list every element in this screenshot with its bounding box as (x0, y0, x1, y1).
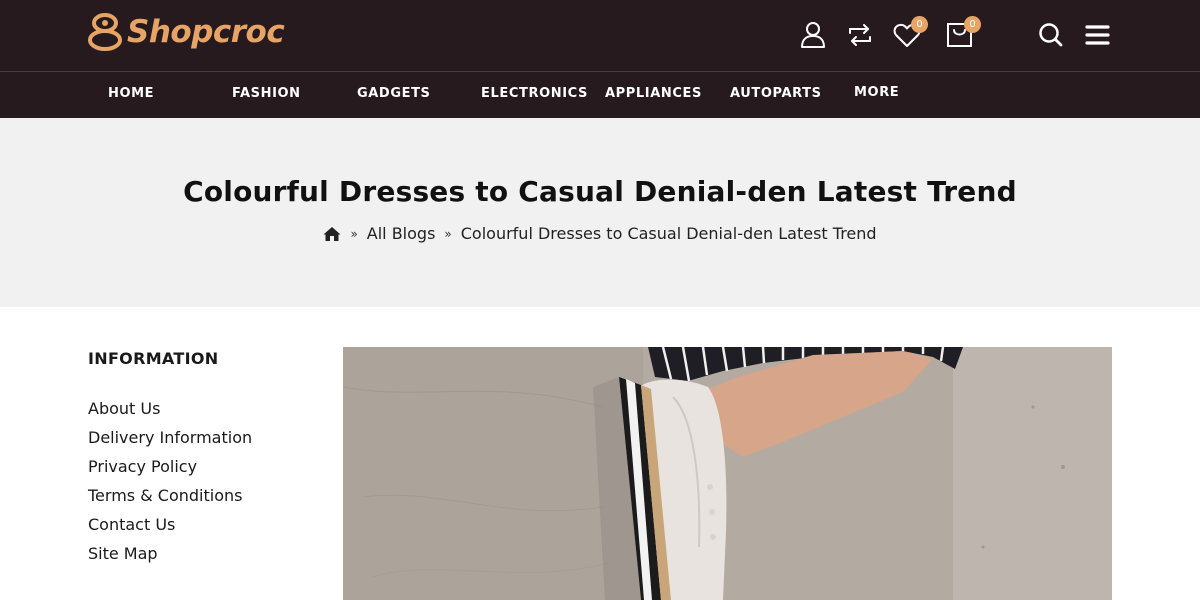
cart-count-badge: 0 (964, 16, 981, 33)
nav-item-fashion[interactable]: FASHION (232, 86, 301, 101)
sidebar-link-site-map[interactable]: Site Map (88, 539, 328, 568)
information-sidebar: INFORMATION About Us Delivery Informatio… (88, 347, 328, 568)
menu-button[interactable] (1083, 20, 1113, 50)
breadcrumb: » All Blogs » Colourful Dresses to Casua… (0, 224, 1200, 243)
wishlist-count-badge: 0 (911, 16, 928, 33)
home-icon[interactable] (323, 226, 341, 242)
sidebar-title: INFORMATION (88, 349, 219, 368)
sidebar-link-terms-conditions[interactable]: Terms & Conditions (88, 481, 328, 510)
shopcroc-logo[interactable]: Shopcroc (88, 11, 285, 53)
search-icon (1039, 23, 1063, 47)
sidebar-links: About Us Delivery Information Privacy Po… (88, 394, 328, 568)
breadcrumb-all-blogs-link[interactable]: All Blogs (367, 224, 436, 243)
breadcrumb-current: Colourful Dresses to Casual Denial-den L… (460, 224, 877, 243)
nav-item-gadgets[interactable]: GADGETS (357, 86, 431, 101)
breadcrumb-separator-icon: » (350, 226, 358, 241)
compare-button[interactable] (845, 20, 875, 50)
logo-mark-icon (88, 13, 122, 51)
breadcrumb-separator-icon: » (444, 226, 452, 241)
nav-item-more[interactable]: MORE (854, 85, 899, 100)
sidebar-link-privacy-policy[interactable]: Privacy Policy (88, 452, 328, 481)
wishlist-button[interactable]: 0 (892, 16, 928, 50)
nav-item-electronics[interactable]: ELECTRONICS (481, 86, 588, 101)
user-icon (801, 22, 825, 48)
account-button[interactable] (798, 20, 828, 50)
menu-icon (1085, 25, 1110, 45)
nav-item-appliances[interactable]: APPLIANCES (605, 86, 702, 101)
cart-button[interactable]: 0 (945, 16, 981, 50)
nav-item-autoparts[interactable]: AUTOPARTS (730, 86, 822, 101)
nav-item-home[interactable]: HOME (108, 86, 154, 101)
sidebar-link-about-us[interactable]: About Us (88, 394, 328, 423)
blog-post-image (343, 347, 1112, 600)
main-nav: HOME FASHION GADGETS ELECTRONICS APPLIAN… (0, 72, 1200, 118)
compare-icon (849, 24, 871, 46)
sidebar-link-contact-us[interactable]: Contact Us (88, 510, 328, 539)
page-hero: Colourful Dresses to Casual Denial-den L… (0, 118, 1200, 307)
shoe-photo-illustration (343, 347, 1112, 600)
search-button[interactable] (1036, 20, 1066, 50)
sidebar-link-delivery-information[interactable]: Delivery Information (88, 423, 328, 452)
page-title: Colourful Dresses to Casual Denial-den L… (183, 175, 1017, 208)
logo-text: Shopcroc (127, 14, 285, 50)
header-bar: Shopcroc 0 0 (0, 0, 1200, 72)
